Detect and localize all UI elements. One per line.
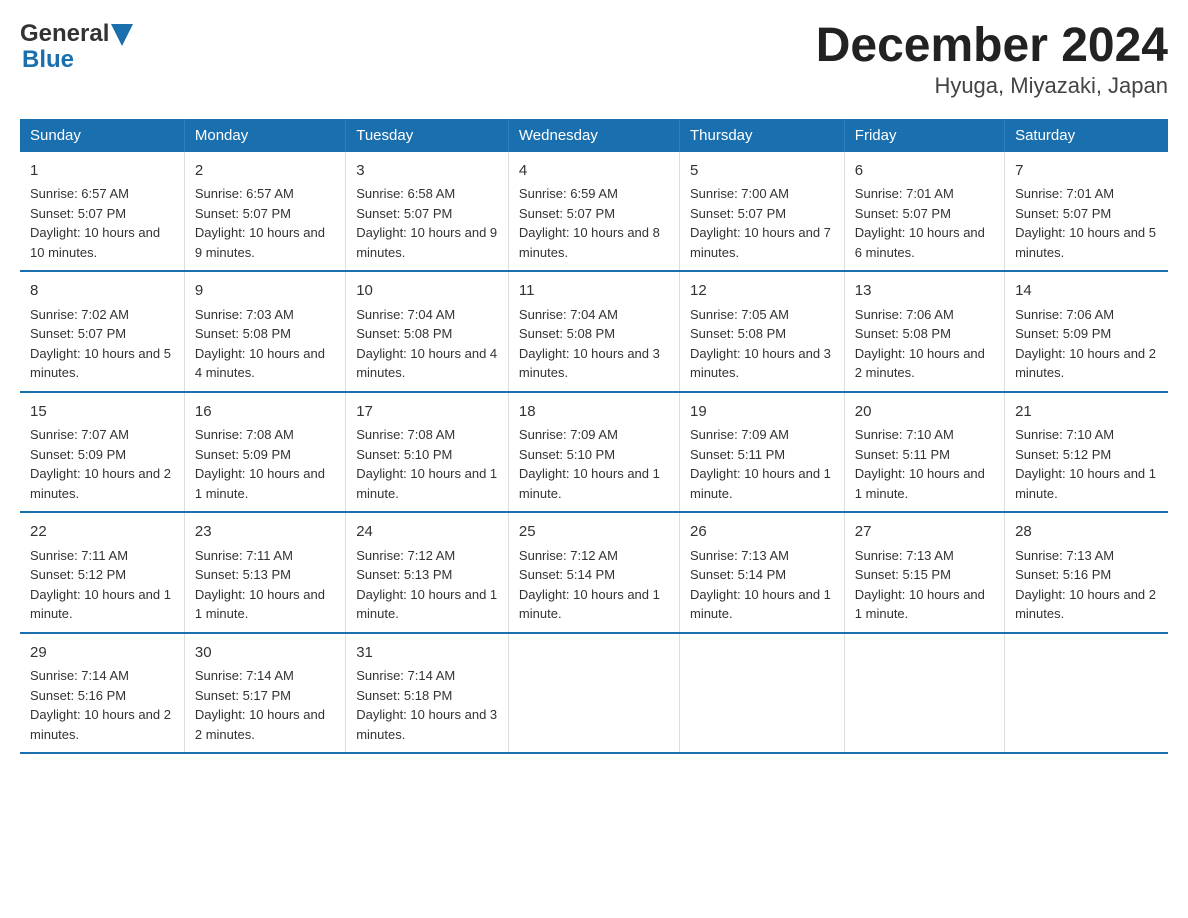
calendar-cell: 12Sunrise: 7:05 AMSunset: 5:08 PMDayligh… [679,271,844,392]
calendar-table: SundayMondayTuesdayWednesdayThursdayFrid… [20,119,1168,755]
calendar-cell: 18Sunrise: 7:09 AMSunset: 5:10 PMDayligh… [508,392,679,513]
calendar-week-3: 15Sunrise: 7:07 AMSunset: 5:09 PMDayligh… [20,392,1168,513]
day-number: 14 [1015,280,1158,303]
day-number: 29 [30,642,174,665]
calendar-cell: 9Sunrise: 7:03 AMSunset: 5:08 PMDaylight… [184,271,345,392]
day-number: 21 [1015,401,1158,424]
page-subtitle: Hyuga, Miyazaki, Japan [816,73,1168,99]
day-number: 11 [519,280,669,303]
calendar-cell: 20Sunrise: 7:10 AMSunset: 5:11 PMDayligh… [844,392,1004,513]
day-number: 4 [519,160,669,183]
calendar-cell: 17Sunrise: 7:08 AMSunset: 5:10 PMDayligh… [346,392,509,513]
calendar-cell: 30Sunrise: 7:14 AMSunset: 5:17 PMDayligh… [184,633,345,754]
calendar-week-2: 8Sunrise: 7:02 AMSunset: 5:07 PMDaylight… [20,271,1168,392]
day-number: 9 [195,280,335,303]
header-monday: Monday [184,119,345,152]
calendar-cell: 1Sunrise: 6:57 AMSunset: 5:07 PMDaylight… [20,152,184,272]
day-number: 12 [690,280,834,303]
header-saturday: Saturday [1005,119,1168,152]
day-number: 16 [195,401,335,424]
day-number: 17 [356,401,498,424]
day-number: 8 [30,280,174,303]
calendar-cell: 7Sunrise: 7:01 AMSunset: 5:07 PMDaylight… [1005,152,1168,272]
calendar-header-row: SundayMondayTuesdayWednesdayThursdayFrid… [20,119,1168,152]
day-number: 27 [855,521,994,544]
header-friday: Friday [844,119,1004,152]
calendar-cell: 6Sunrise: 7:01 AMSunset: 5:07 PMDaylight… [844,152,1004,272]
day-number: 26 [690,521,834,544]
day-number: 1 [30,160,174,183]
page-header: General Blue December 2024 Hyuga, Miyaza… [20,20,1168,99]
day-number: 28 [1015,521,1158,544]
calendar-cell: 4Sunrise: 6:59 AMSunset: 5:07 PMDaylight… [508,152,679,272]
header-tuesday: Tuesday [346,119,509,152]
day-number: 31 [356,642,498,665]
page-title: December 2024 [816,20,1168,73]
day-number: 23 [195,521,335,544]
header-thursday: Thursday [679,119,844,152]
logo-blue-text: Blue [22,46,74,74]
day-number: 19 [690,401,834,424]
calendar-cell: 21Sunrise: 7:10 AMSunset: 5:12 PMDayligh… [1005,392,1168,513]
day-number: 10 [356,280,498,303]
calendar-cell: 19Sunrise: 7:09 AMSunset: 5:11 PMDayligh… [679,392,844,513]
day-number: 7 [1015,160,1158,183]
calendar-cell: 5Sunrise: 7:00 AMSunset: 5:07 PMDaylight… [679,152,844,272]
header-sunday: Sunday [20,119,184,152]
calendar-cell: 16Sunrise: 7:08 AMSunset: 5:09 PMDayligh… [184,392,345,513]
calendar-cell: 23Sunrise: 7:11 AMSunset: 5:13 PMDayligh… [184,512,345,633]
calendar-cell: 24Sunrise: 7:12 AMSunset: 5:13 PMDayligh… [346,512,509,633]
day-number: 3 [356,160,498,183]
calendar-cell: 8Sunrise: 7:02 AMSunset: 5:07 PMDaylight… [20,271,184,392]
logo-general-text: General [20,20,109,48]
day-number: 13 [855,280,994,303]
calendar-cell: 25Sunrise: 7:12 AMSunset: 5:14 PMDayligh… [508,512,679,633]
calendar-week-5: 29Sunrise: 7:14 AMSunset: 5:16 PMDayligh… [20,633,1168,754]
calendar-cell [844,633,1004,754]
day-number: 18 [519,401,669,424]
day-number: 20 [855,401,994,424]
day-number: 22 [30,521,174,544]
calendar-cell: 3Sunrise: 6:58 AMSunset: 5:07 PMDaylight… [346,152,509,272]
day-number: 25 [519,521,669,544]
logo: General Blue [20,20,133,74]
day-number: 30 [195,642,335,665]
header-wednesday: Wednesday [508,119,679,152]
calendar-cell: 27Sunrise: 7:13 AMSunset: 5:15 PMDayligh… [844,512,1004,633]
day-number: 24 [356,521,498,544]
title-section: December 2024 Hyuga, Miyazaki, Japan [816,20,1168,99]
calendar-cell: 28Sunrise: 7:13 AMSunset: 5:16 PMDayligh… [1005,512,1168,633]
calendar-cell [508,633,679,754]
calendar-cell: 31Sunrise: 7:14 AMSunset: 5:18 PMDayligh… [346,633,509,754]
calendar-week-4: 22Sunrise: 7:11 AMSunset: 5:12 PMDayligh… [20,512,1168,633]
calendar-cell: 22Sunrise: 7:11 AMSunset: 5:12 PMDayligh… [20,512,184,633]
day-number: 5 [690,160,834,183]
calendar-cell [1005,633,1168,754]
calendar-cell: 14Sunrise: 7:06 AMSunset: 5:09 PMDayligh… [1005,271,1168,392]
calendar-cell: 15Sunrise: 7:07 AMSunset: 5:09 PMDayligh… [20,392,184,513]
logo-triangle-icon [111,24,133,46]
calendar-cell: 13Sunrise: 7:06 AMSunset: 5:08 PMDayligh… [844,271,1004,392]
calendar-cell [679,633,844,754]
calendar-cell: 2Sunrise: 6:57 AMSunset: 5:07 PMDaylight… [184,152,345,272]
calendar-cell: 29Sunrise: 7:14 AMSunset: 5:16 PMDayligh… [20,633,184,754]
day-number: 6 [855,160,994,183]
calendar-cell: 10Sunrise: 7:04 AMSunset: 5:08 PMDayligh… [346,271,509,392]
day-number: 2 [195,160,335,183]
calendar-cell: 26Sunrise: 7:13 AMSunset: 5:14 PMDayligh… [679,512,844,633]
calendar-week-1: 1Sunrise: 6:57 AMSunset: 5:07 PMDaylight… [20,152,1168,272]
day-number: 15 [30,401,174,424]
calendar-cell: 11Sunrise: 7:04 AMSunset: 5:08 PMDayligh… [508,271,679,392]
